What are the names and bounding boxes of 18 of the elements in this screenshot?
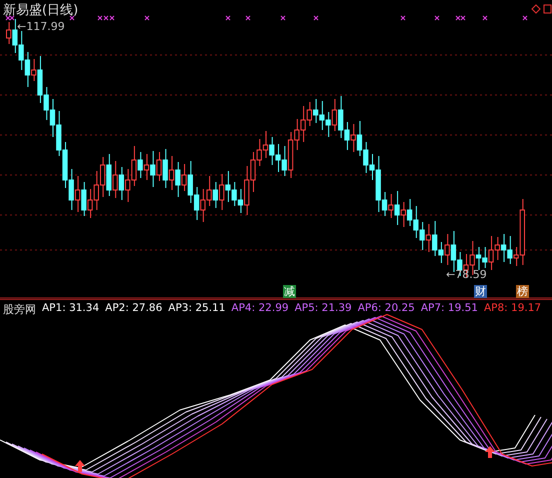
square-icon xyxy=(544,4,552,14)
chart-title: 新易盛(日线) xyxy=(3,2,78,19)
price-label: ←117.99 xyxy=(17,20,65,33)
indicator-value: AP6: 20.25 xyxy=(358,302,415,316)
indicator-value: AP4: 22.99 xyxy=(231,302,289,316)
indicator-value: AP2: 27.86 xyxy=(105,302,162,316)
indicator-value: AP1: 31.34 xyxy=(42,302,100,316)
signal-badge: 减 xyxy=(283,285,296,298)
indicator-value: AP5: 21.39 xyxy=(294,302,352,316)
indicator-name: 股旁网 xyxy=(3,302,36,317)
signal-badge: 榜 xyxy=(516,285,529,298)
up-arrow-icon xyxy=(75,460,85,472)
diamond-icon xyxy=(531,4,541,14)
indicator-value: AP3: 25.11 xyxy=(168,302,226,316)
indicator-value: AP8: 19.17 xyxy=(484,302,542,316)
signal-badge: 财 xyxy=(474,285,487,298)
indicator-value: AP7: 19.51 xyxy=(420,302,478,316)
up-arrow-icon xyxy=(485,446,495,458)
